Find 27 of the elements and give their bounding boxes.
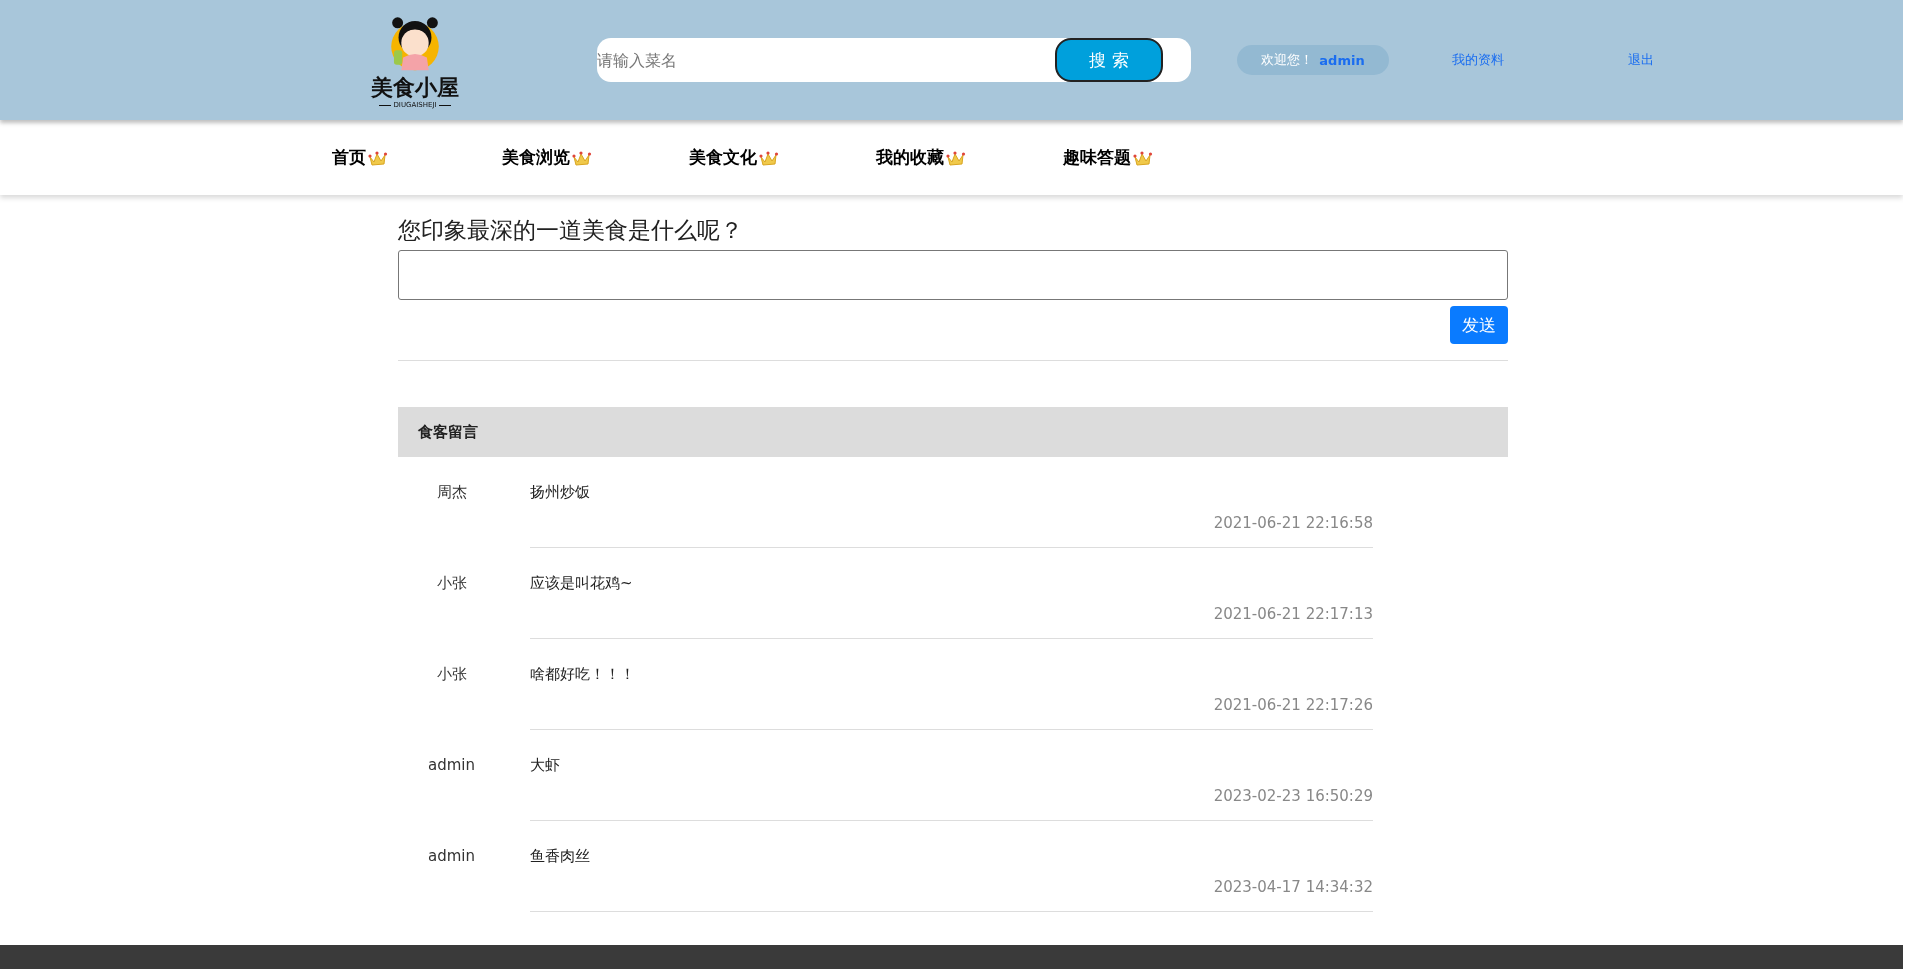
comment-time: 2021-06-21 22:17:13: [1213, 605, 1373, 623]
comment-text: 应该是叫花鸡~: [530, 574, 634, 593]
commenter-name: admin: [427, 756, 476, 776]
comment-time: 2023-02-23 16:50:29: [1213, 787, 1373, 805]
nav-link[interactable]: 美食浏览: [502, 146, 570, 169]
commenter-name: admin: [427, 847, 476, 867]
send-button[interactable]: 发送: [1450, 306, 1508, 344]
comment-time: 2021-06-21 22:16:58: [1213, 514, 1373, 532]
answer-field[interactable]: [398, 250, 1508, 300]
commenter-name: 小张: [435, 574, 468, 594]
commenter-name: 周杰: [435, 483, 468, 503]
question-title: 您印象最深的一道美食是什么呢？: [398, 216, 744, 245]
comment-text: 啥都好吃！！！: [530, 665, 636, 684]
logo-title: 美食小屋: [371, 74, 459, 100]
nav-link[interactable]: 首页: [332, 146, 366, 169]
username: admin: [1319, 52, 1365, 68]
comment-time: 2023-04-17 14:34:32: [1213, 878, 1373, 896]
comment-text: 大虾: [530, 756, 561, 775]
panel-header: 食客留言: [398, 407, 1508, 457]
nav-link[interactable]: 我的收藏: [876, 146, 944, 169]
comment-time: 2021-06-21 22:17:26: [1213, 696, 1373, 714]
welcome-text: 欢迎您！: [1261, 51, 1314, 69]
comment-text: 鱼香肉丝: [530, 847, 591, 866]
comment-text: 扬州炒饭: [530, 483, 591, 502]
commenter-name: 小张: [435, 665, 468, 685]
nav-link[interactable]: 美食文化: [689, 146, 757, 169]
nav-link[interactable]: 趣味答题: [1063, 146, 1131, 169]
